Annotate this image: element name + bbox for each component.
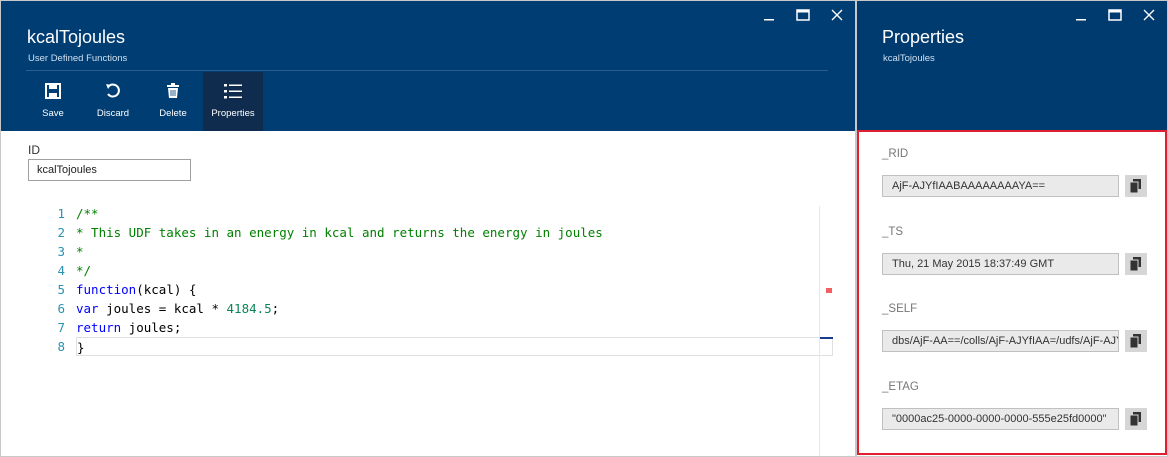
cursor-marker bbox=[820, 337, 833, 339]
save-button[interactable]: Save bbox=[23, 72, 83, 131]
code-line: 6 var joules = kcal * 4184.5; bbox=[45, 299, 833, 318]
save-icon bbox=[45, 82, 61, 100]
copy-icon bbox=[1130, 179, 1141, 193]
blade-subtitle: kcalTojoules bbox=[883, 53, 935, 64]
delete-label: Delete bbox=[159, 108, 187, 119]
editor-overview-ruler[interactable] bbox=[819, 206, 833, 456]
line-number: 1 bbox=[57, 206, 65, 221]
properties-button[interactable]: Properties bbox=[203, 72, 263, 131]
maximize-icon[interactable] bbox=[1105, 6, 1125, 24]
code-editor[interactable]: 1 /** 2 * This UDF takes in an energy in… bbox=[45, 204, 833, 456]
line-number: 8 bbox=[57, 339, 65, 354]
code-line: 4 */ bbox=[45, 261, 833, 280]
rid-field[interactable]: AjF-AJYfIAABAAAAAAAAYA== bbox=[882, 175, 1119, 197]
code-line: 7 return joules; bbox=[45, 318, 833, 337]
copy-rid-button[interactable] bbox=[1125, 175, 1147, 197]
copy-ts-button[interactable] bbox=[1125, 253, 1147, 275]
line-number: 2 bbox=[57, 225, 65, 240]
error-marker bbox=[826, 288, 832, 293]
properties-label: Properties bbox=[211, 108, 255, 119]
etag-field[interactable]: "0000ac25-0000-0000-0000-555e25fd0000" bbox=[882, 408, 1119, 430]
self-field[interactable]: dbs/AjF-AA==/colls/AjF-AJYfIAA=/udfs/AjF… bbox=[882, 330, 1119, 352]
code-text: ; bbox=[271, 301, 280, 316]
id-label: ID bbox=[28, 143, 40, 157]
copy-etag-button[interactable] bbox=[1125, 408, 1147, 430]
code-text: * This UDF takes in an energy in kcal an… bbox=[76, 225, 603, 240]
blade-header: kcalTojoules User Defined Functions Save… bbox=[1, 1, 855, 131]
minimize-icon[interactable] bbox=[1071, 6, 1091, 24]
code-line: 1 /** bbox=[45, 204, 833, 223]
command-bar: Save Discard Delete Properties bbox=[23, 72, 263, 131]
rid-label: _RID bbox=[882, 148, 909, 160]
line-number: 4 bbox=[57, 263, 65, 278]
close-icon[interactable] bbox=[827, 6, 847, 24]
id-field[interactable] bbox=[28, 159, 191, 181]
code-text: joules; bbox=[121, 320, 182, 335]
blade-title: kcalTojoules bbox=[27, 27, 126, 47]
copy-icon bbox=[1130, 257, 1141, 271]
window-controls bbox=[759, 6, 847, 24]
header-divider bbox=[26, 70, 828, 71]
blade-title: Properties bbox=[882, 27, 965, 47]
delete-button[interactable]: Delete bbox=[143, 72, 203, 131]
discard-button[interactable]: Discard bbox=[83, 72, 143, 131]
close-icon[interactable] bbox=[1139, 6, 1159, 24]
etag-label: _ETAG bbox=[882, 381, 919, 393]
code-text: /** bbox=[76, 206, 99, 221]
properties-panel: _RID AjF-AJYfIAABAAAAAAAAYA== _TS Thu, 2… bbox=[857, 130, 1167, 455]
blade-header: Properties kcalTojoules bbox=[857, 1, 1167, 131]
line-number: 3 bbox=[57, 244, 65, 259]
self-label: _SELF bbox=[882, 303, 918, 315]
minimize-icon[interactable] bbox=[759, 6, 779, 24]
maximize-icon[interactable] bbox=[793, 6, 813, 24]
list-icon bbox=[224, 82, 242, 100]
code-text: (kcal) { bbox=[136, 282, 197, 297]
copy-icon bbox=[1130, 334, 1141, 348]
code-text: */ bbox=[76, 263, 92, 278]
trash-icon bbox=[166, 82, 180, 100]
line-number: 5 bbox=[57, 282, 65, 297]
current-line: } bbox=[76, 337, 833, 356]
line-number: 7 bbox=[57, 320, 65, 335]
save-label: Save bbox=[42, 108, 64, 119]
blade-subtitle: User Defined Functions bbox=[28, 53, 128, 64]
keyword-var: var bbox=[76, 301, 99, 316]
code-text: * bbox=[76, 244, 84, 259]
number-literal: 4184.5 bbox=[226, 301, 272, 316]
udf-editor-blade: kcalTojoules User Defined Functions Save… bbox=[0, 0, 856, 457]
undo-icon bbox=[105, 82, 121, 100]
ts-field[interactable]: Thu, 21 May 2015 18:37:49 GMT bbox=[882, 253, 1119, 275]
copy-self-button[interactable] bbox=[1125, 330, 1147, 352]
line-number: 6 bbox=[57, 301, 65, 316]
code-text: joules = kcal * bbox=[98, 301, 227, 316]
code-line: 5 function (kcal) { bbox=[45, 280, 833, 299]
copy-icon bbox=[1130, 412, 1141, 426]
window-controls bbox=[1071, 6, 1159, 24]
keyword-return: return bbox=[76, 320, 122, 335]
discard-label: Discard bbox=[96, 108, 130, 119]
code-line: 3 * bbox=[45, 242, 833, 261]
ts-label: _TS bbox=[882, 226, 904, 238]
code-line: 8 } bbox=[45, 337, 833, 356]
keyword-function: function bbox=[76, 282, 137, 297]
code-line: 2 * This UDF takes in an energy in kcal … bbox=[45, 223, 833, 242]
